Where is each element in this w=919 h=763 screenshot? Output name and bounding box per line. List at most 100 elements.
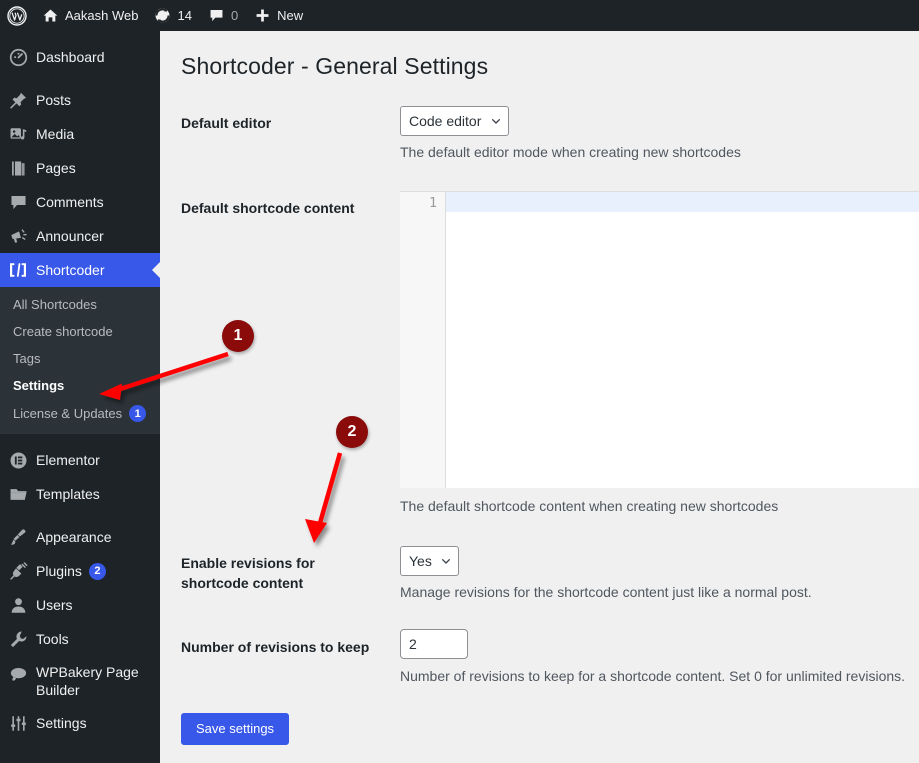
admin-sidebar: Dashboard Posts Media Pages Comments Ann… [0, 31, 160, 763]
menu-spacer-1 [0, 74, 160, 83]
new-content-button[interactable]: New [246, 0, 311, 31]
submenu-item-all-shortcodes[interactable]: All Shortcodes [0, 291, 160, 318]
enable-revisions-field: Yes [400, 546, 459, 576]
sidebar-item-label: Dashboard [36, 48, 105, 65]
default-editor-select[interactable]: Code editor [400, 106, 509, 136]
shortcode-brackets-icon [0, 260, 36, 280]
sidebar-item-dashboard[interactable]: Dashboard [0, 40, 160, 74]
sidebar-item-tools[interactable]: Tools [0, 622, 160, 656]
page-icon [0, 159, 36, 178]
sidebar-item-plugins[interactable]: Plugins 2 [0, 554, 160, 588]
sidebar-item-elementor[interactable]: Elementor [0, 443, 160, 477]
enable-revisions-select[interactable]: Yes [400, 546, 459, 576]
dashboard-icon [0, 48, 36, 67]
sidebar-item-comments[interactable]: Comments [0, 185, 160, 219]
submenu-item-label: Create shortcode [13, 324, 113, 339]
sidebar-item-label: Posts [36, 91, 72, 108]
updates-count: 14 [177, 8, 192, 23]
revisions-count-description: Number of revisions to keep for a shortc… [400, 668, 906, 684]
shortcoder-submenu: All Shortcodes Create shortcode Tags Set… [0, 287, 160, 434]
comments-button[interactable]: 0 [200, 0, 246, 31]
code-line-number: 1 [429, 196, 437, 211]
comments-count: 0 [230, 8, 239, 23]
sidebar-item-label: Tools [36, 630, 69, 647]
sidebar-item-label: Media [36, 125, 75, 142]
sidebar-item-templates[interactable]: Templates [0, 477, 160, 511]
user-icon [0, 596, 36, 615]
admin-bar: Aakash Web 14 0 New [0, 0, 919, 31]
code-editor-gutter: 1 [400, 192, 446, 488]
megaphone-icon [0, 227, 36, 246]
menu-spacer-top [0, 31, 160, 40]
code-editor-text-area[interactable] [446, 192, 919, 488]
sidebar-item-label: Announcer [36, 227, 104, 244]
page-title: Shortcoder - General Settings [181, 53, 489, 79]
enable-revisions-label: Enable revisions for shortcode content [181, 555, 315, 592]
site-name-menu[interactable]: Aakash Web [34, 0, 146, 31]
submenu-item-label: License & Updates [13, 406, 123, 421]
new-content-label: New [277, 8, 304, 23]
sidebar-item-label: Templates [36, 485, 100, 502]
sidebar-item-appearance[interactable]: Appearance [0, 520, 160, 554]
sidebar-item-label: Plugins [36, 562, 82, 579]
submenu-item-settings[interactable]: Settings [0, 372, 160, 399]
default-editor-label: Default editor [181, 115, 272, 131]
enable-revisions-description: Manage revisions for the shortcode conte… [400, 584, 812, 600]
menu-spacer-3 [0, 511, 160, 520]
sidebar-item-label: Appearance [36, 528, 112, 545]
media-icon [0, 125, 36, 144]
sidebar-item-shortcoder[interactable]: Shortcoder [0, 253, 160, 287]
wrench-icon [0, 630, 36, 649]
default-content-code-editor[interactable]: 1 [400, 191, 919, 488]
paintbrush-icon [0, 528, 36, 547]
folder-icon [0, 485, 36, 504]
sidebar-item-settings[interactable]: Settings [0, 706, 160, 740]
save-settings-button[interactable]: Save settings [181, 713, 290, 746]
main-content: Shortcoder - General Settings Default ed… [160, 31, 919, 763]
annotation-marker-1: 1 [222, 320, 254, 352]
elementor-icon [0, 451, 36, 470]
updates-icon [154, 7, 171, 24]
sidebar-item-label: WPBakery Page Builder [36, 664, 139, 699]
settings-sliders-icon [0, 714, 36, 733]
annotation-marker-number: 1 [233, 327, 243, 344]
wordpress-logo-icon [7, 5, 27, 26]
pin-icon [0, 91, 36, 110]
sidebar-item-label: Comments [36, 193, 104, 210]
annotation-marker-number: 2 [347, 423, 357, 440]
comment-bubble-icon [208, 7, 225, 24]
submenu-item-label: Tags [13, 351, 41, 366]
submenu-item-create-shortcode[interactable]: Create shortcode [0, 318, 160, 345]
save-settings-wrap: Save settings [181, 713, 290, 746]
sidebar-item-announcer[interactable]: Announcer [0, 219, 160, 253]
admin-screen: Aakash Web 14 0 New Dashboard Posts Medi… [0, 0, 919, 763]
menu-spacer-2 [0, 434, 160, 443]
sidebar-item-pages[interactable]: Pages [0, 151, 160, 185]
sidebar-item-label: Pages [36, 159, 76, 176]
plugins-badge: 2 [88, 562, 106, 580]
submenu-item-tags[interactable]: Tags [0, 345, 160, 372]
wpbakery-icon [0, 663, 36, 683]
updates-button[interactable]: 14 [146, 0, 199, 31]
plus-icon [254, 7, 271, 24]
submenu-item-license-updates[interactable]: License & Updates 1 [0, 399, 160, 428]
sidebar-item-posts[interactable]: Posts [0, 83, 160, 117]
default-content-label: Default shortcode content [181, 200, 355, 216]
sidebar-item-media[interactable]: Media [0, 117, 160, 151]
home-icon [42, 7, 59, 24]
submenu-item-label: Settings [13, 378, 65, 393]
sidebar-item-label: Settings [36, 715, 87, 732]
comment-icon [0, 193, 36, 212]
default-content-description: The default shortcode content when creat… [400, 498, 779, 514]
sidebar-item-wpbakery-page-builder[interactable]: WPBakery Page Builder [0, 656, 160, 706]
default-editor-field: Code editor [400, 106, 509, 136]
submenu-item-label: All Shortcodes [13, 297, 97, 312]
default-editor-description: The default editor mode when creating ne… [400, 144, 741, 160]
annotation-marker-2: 2 [336, 416, 368, 448]
sidebar-item-users[interactable]: Users [0, 588, 160, 622]
revisions-count-field [400, 629, 468, 659]
revisions-count-input[interactable] [400, 629, 468, 659]
site-name-label: Aakash Web [65, 8, 139, 23]
sidebar-item-label: Shortcoder [36, 261, 105, 278]
wordpress-logo-button[interactable] [0, 0, 34, 31]
